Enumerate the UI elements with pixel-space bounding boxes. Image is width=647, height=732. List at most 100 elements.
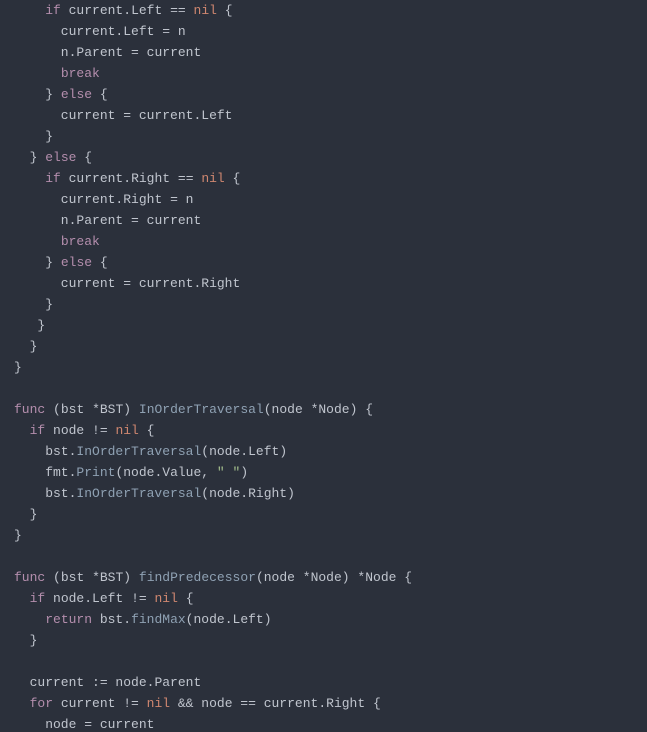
code-token: Left (248, 444, 279, 459)
code-token: if (30, 423, 46, 438)
code-token: = (131, 213, 139, 228)
code-line[interactable] (14, 546, 633, 567)
code-token (186, 3, 194, 18)
code-line[interactable]: } else { (14, 84, 633, 105)
code-token (14, 87, 45, 102)
code-line[interactable]: } (14, 315, 633, 336)
code-line[interactable]: current = current.Left (14, 105, 633, 126)
code-line[interactable]: } (14, 504, 633, 525)
code-line[interactable]: return bst.findMax(node.Left) (14, 609, 633, 630)
code-token: . (240, 444, 248, 459)
code-token (14, 234, 61, 249)
code-token: { (100, 255, 108, 270)
code-token: { (147, 423, 155, 438)
code-token (170, 696, 178, 711)
code-line[interactable]: } else { (14, 252, 633, 273)
code-line[interactable]: for current != nil && node == current.Ri… (14, 693, 633, 714)
code-token: } (30, 633, 38, 648)
code-token: InOrderTraversal (139, 402, 264, 417)
code-line[interactable]: } (14, 126, 633, 147)
code-token: bst (61, 570, 92, 585)
code-line[interactable]: n.Parent = current (14, 210, 633, 231)
code-editor[interactable]: if current.Left == nil { current.Left = … (0, 0, 647, 732)
code-token (131, 402, 139, 417)
code-token: Right (201, 276, 240, 291)
code-line[interactable]: func (bst *BST) findPredecessor(node *No… (14, 567, 633, 588)
code-token (14, 150, 30, 165)
code-token: = (162, 24, 170, 39)
code-token (14, 591, 30, 606)
code-token: node (209, 486, 240, 501)
code-token (14, 318, 37, 333)
code-line[interactable]: } (14, 336, 633, 357)
code-line[interactable]: if node != nil { (14, 420, 633, 441)
code-token: Node (365, 570, 396, 585)
code-token: Left (233, 612, 264, 627)
code-line[interactable]: } (14, 294, 633, 315)
code-token: ( (201, 486, 209, 501)
code-line[interactable]: } (14, 525, 633, 546)
code-line[interactable]: if node.Left != nil { (14, 588, 633, 609)
code-token: Right (326, 696, 365, 711)
code-token (14, 171, 45, 186)
code-token: = (123, 108, 131, 123)
code-token: Parent (76, 213, 123, 228)
code-token (139, 696, 147, 711)
code-line[interactable]: current := node.Parent (14, 672, 633, 693)
code-token: node (264, 570, 303, 585)
code-line[interactable]: func (bst *BST) InOrderTraversal(node *N… (14, 399, 633, 420)
code-line[interactable] (14, 651, 633, 672)
code-line[interactable]: bst.InOrderTraversal(node.Right) (14, 483, 633, 504)
code-token: current (131, 276, 193, 291)
code-token: n (178, 192, 194, 207)
code-token (14, 507, 30, 522)
code-token: BST (100, 570, 123, 585)
code-token: if (30, 591, 46, 606)
code-token: nil (147, 696, 170, 711)
code-line[interactable]: fmt.Print(node.Value, " ") (14, 462, 633, 483)
code-line[interactable]: } (14, 630, 633, 651)
code-line[interactable]: if current.Right == nil { (14, 168, 633, 189)
code-token: n (170, 24, 186, 39)
code-token: && (178, 696, 194, 711)
code-token (92, 87, 100, 102)
code-line[interactable]: node = current (14, 714, 633, 732)
code-token: . (318, 696, 326, 711)
code-token: node (193, 696, 240, 711)
code-token: } (37, 318, 45, 333)
code-token: . (84, 591, 92, 606)
code-token: { (84, 150, 92, 165)
code-line[interactable]: break (14, 231, 633, 252)
code-line[interactable]: } (14, 357, 633, 378)
code-token: current (131, 108, 193, 123)
code-line[interactable]: if current.Left == nil { (14, 0, 633, 21)
code-line[interactable]: break (14, 63, 633, 84)
code-token: findPredecessor (139, 570, 256, 585)
code-line[interactable] (14, 378, 633, 399)
code-line[interactable]: bst.InOrderTraversal(node.Left) (14, 441, 633, 462)
code-token: ) (287, 486, 295, 501)
code-token: Print (76, 465, 115, 480)
code-token: fmt (14, 465, 69, 480)
code-token: current (61, 3, 123, 18)
code-token (14, 612, 45, 627)
code-line[interactable]: } else { (14, 147, 633, 168)
code-token: { (404, 570, 412, 585)
code-token (14, 696, 30, 711)
code-token: bst (14, 486, 69, 501)
code-token: Parent (76, 45, 123, 60)
code-token: } (30, 507, 38, 522)
code-line[interactable]: current.Right = n (14, 189, 633, 210)
code-line[interactable]: current = current.Right (14, 273, 633, 294)
code-line[interactable]: n.Parent = current (14, 42, 633, 63)
code-token: return (45, 612, 92, 627)
code-line[interactable]: current.Left = n (14, 21, 633, 42)
code-token: n (14, 213, 69, 228)
code-token: break (61, 234, 100, 249)
code-token: ) (240, 465, 248, 480)
code-token: func (14, 402, 45, 417)
code-token: n (14, 45, 69, 60)
code-token: ) (123, 402, 131, 417)
code-token: } (14, 360, 22, 375)
code-token: ( (53, 402, 61, 417)
